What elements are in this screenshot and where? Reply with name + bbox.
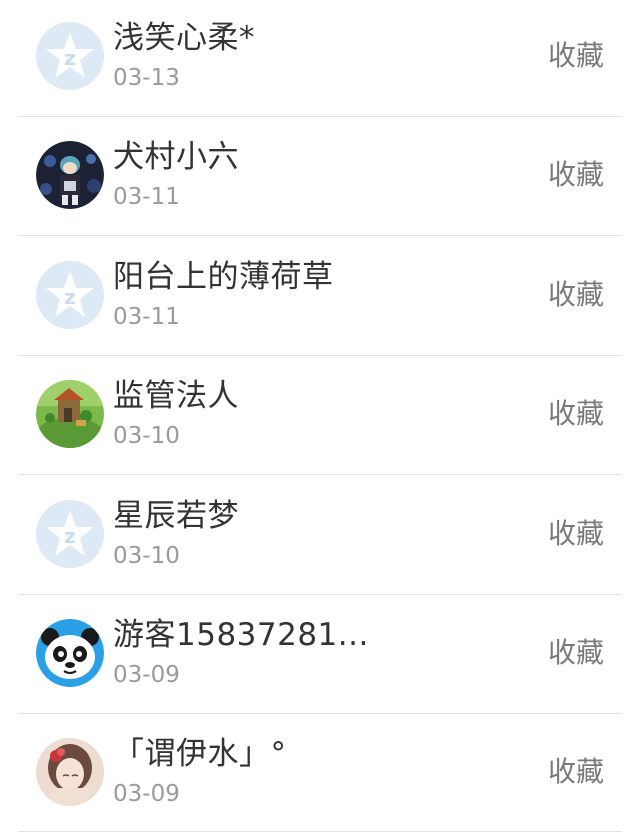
list-item[interactable]: z 阳台上的薄荷草 03-11 收藏 xyxy=(0,237,640,356)
list-item[interactable]: 监管法人 03-10 收藏 xyxy=(0,356,640,475)
favorite-button[interactable]: 收藏 xyxy=(548,752,604,792)
item-date: 03-10 xyxy=(113,543,180,569)
default-avatar-icon[interactable]: z xyxy=(36,500,104,568)
user-name: 「谓伊水」° xyxy=(113,736,287,772)
favorite-button[interactable]: 收藏 xyxy=(548,633,604,673)
default-avatar-icon[interactable]: z xyxy=(36,22,104,90)
item-date: 03-11 xyxy=(113,184,180,210)
favorite-button[interactable]: 收藏 xyxy=(548,36,604,76)
list-item[interactable]: z 星辰若梦 03-10 收藏 xyxy=(0,476,640,595)
user-name: 游客15837281... xyxy=(113,617,369,653)
divider xyxy=(18,474,622,475)
list-item[interactable]: z 浅笑心柔* 03-13 收藏 xyxy=(0,0,640,117)
divider xyxy=(18,831,622,832)
list-item[interactable]: 犬村小六 03-11 收藏 xyxy=(0,117,640,236)
user-name: 浅笑心柔* xyxy=(113,20,255,56)
user-name: 监管法人 xyxy=(113,378,239,414)
panda-avatar-icon[interactable] xyxy=(36,619,104,687)
favorite-button[interactable]: 收藏 xyxy=(548,155,604,195)
item-date: 03-11 xyxy=(113,304,180,330)
anime-dark-avatar-icon[interactable] xyxy=(36,141,104,209)
item-date: 03-10 xyxy=(113,423,180,449)
item-date: 03-09 xyxy=(113,781,180,807)
favorite-button[interactable]: 收藏 xyxy=(548,394,604,434)
item-date: 03-09 xyxy=(113,662,180,688)
favorite-button[interactable]: 收藏 xyxy=(548,514,604,554)
list-item[interactable]: 「谓伊水」° 03-09 收藏 xyxy=(0,714,640,833)
svg-text:z: z xyxy=(64,285,76,309)
user-name: 星辰若梦 xyxy=(113,498,239,534)
svg-text:z: z xyxy=(64,524,76,548)
svg-text:z: z xyxy=(64,46,76,70)
divider xyxy=(18,235,622,236)
anime-girl-avatar-icon[interactable] xyxy=(36,738,104,806)
favorites-list: z 浅笑心柔* 03-13 收藏 犬村小六 03-11 收藏 z 阳台上的薄荷草… xyxy=(0,0,640,833)
list-item[interactable]: 游客15837281... 03-09 收藏 xyxy=(0,595,640,714)
user-name: 阳台上的薄荷草 xyxy=(113,259,334,295)
default-avatar-icon[interactable]: z xyxy=(36,261,104,329)
user-name: 犬村小六 xyxy=(113,139,239,175)
item-date: 03-13 xyxy=(113,65,180,91)
game-scene-avatar-icon[interactable] xyxy=(36,380,104,448)
favorite-button[interactable]: 收藏 xyxy=(548,275,604,315)
